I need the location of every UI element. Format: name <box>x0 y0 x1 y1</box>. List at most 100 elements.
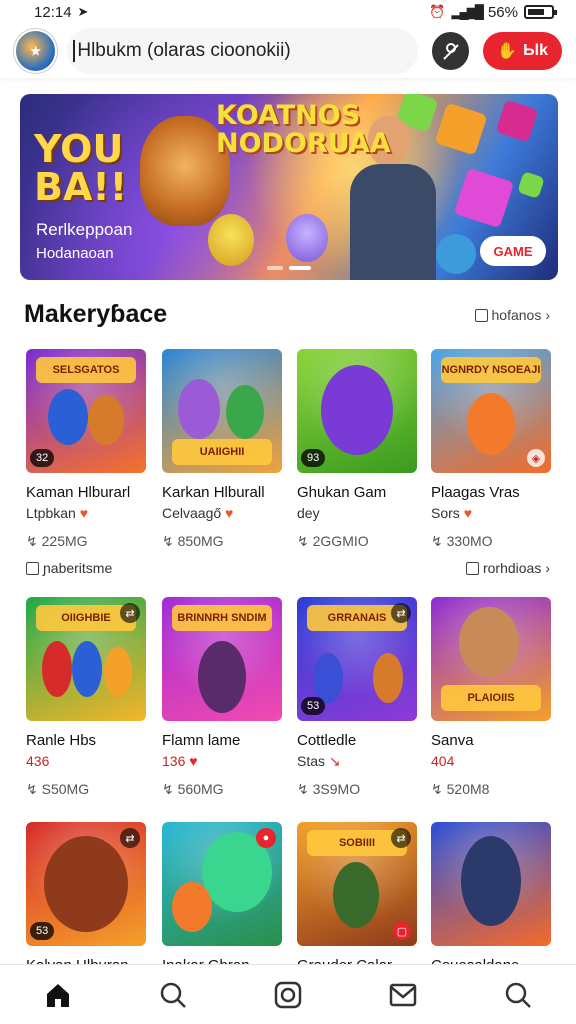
grid-icon <box>474 308 488 322</box>
game-size: ↯ 3S9MO <box>297 781 417 798</box>
character-figure <box>373 653 403 703</box>
game-thumbnail: 93 <box>297 349 417 473</box>
share-icon[interactable]: ⇄ <box>120 828 140 848</box>
download-icon: ↯ <box>26 781 38 797</box>
game-card[interactable]: OIIGHBIE ⇄ Ranle Hbs 436 ↯ S50MG <box>26 597 146 798</box>
heart-icon: ♥ <box>79 505 89 521</box>
game-card[interactable]: ● Inakar Gbran <box>162 822 282 976</box>
banner-cta-button[interactable]: GAME <box>480 236 546 266</box>
heart-icon: ♥ <box>189 753 198 769</box>
game-size-text: 330MO <box>446 533 493 549</box>
user-icon <box>442 43 459 60</box>
home-icon <box>46 983 69 1007</box>
game-subtitle-text: 404 <box>431 753 455 769</box>
heart-icon: ♥ <box>463 505 472 521</box>
game-subtitle: 136 ♥ <box>162 751 282 771</box>
thumb-title-art: UAIIGHII <box>172 439 272 465</box>
game-thumbnail <box>431 822 551 946</box>
character-figure <box>461 836 521 926</box>
character-figure <box>459 607 519 677</box>
rating-badge: 53 <box>30 922 55 940</box>
see-more-link[interactable]: hofanos › <box>474 307 550 323</box>
game-title: Ranle Hbs <box>26 732 97 749</box>
corner-badge: ◈ <box>527 449 545 467</box>
game-size: ↯ 850MG <box>162 533 282 550</box>
game-thumbnail: 53 ⇄ <box>26 822 146 946</box>
game-card[interactable]: UAIIGHII Karkan Hlburall Celvaagő ♥ ↯ 85… <box>162 349 282 550</box>
game-card[interactable]: SOBIIII ⇄ ▢ Grauder Calar <box>297 822 417 976</box>
see-more-label: hofanos <box>491 307 542 323</box>
row-meta-left[interactable]: ɲaberitsme <box>26 560 112 576</box>
trend-icon: ↘ <box>328 753 341 769</box>
section-title: Makeryɓace <box>24 300 168 328</box>
character-figure <box>321 365 393 455</box>
live-button[interactable]: ✋ Ьlk <box>483 32 562 70</box>
thumb-title-art: PLAIOIIS <box>441 685 541 711</box>
banner-big-text: YOU BA!! <box>34 127 128 209</box>
character-figure <box>48 389 88 445</box>
game-size-text: S50MG <box>41 781 90 797</box>
game-card[interactable]: BRINNRH SNDIM Flamn lame 136 ♥ ↯ 560MG <box>162 597 282 798</box>
game-card[interactable]: PLAIOIIS Sanva 404 ↯ 520M8 <box>431 597 551 798</box>
search-icon <box>160 982 186 1008</box>
character-figure <box>313 653 343 703</box>
character-figure <box>198 641 246 713</box>
download-icon: ↯ <box>297 781 309 797</box>
inbox-icon <box>389 983 417 1006</box>
game-card[interactable]: 53 ⇄ Kalvan Hlburan <box>26 822 146 976</box>
row-meta-right[interactable]: rorhdioas › <box>465 560 550 576</box>
game-thumbnail: BRINNRH SNDIM <box>162 597 282 721</box>
row-meta-right-label: rorhdioas <box>482 560 542 576</box>
game-subtitle: 436 <box>26 751 146 771</box>
share-icon[interactable]: ⇄ <box>391 828 411 848</box>
download-icon: ↯ <box>162 533 174 549</box>
share-icon[interactable]: ⇄ <box>120 603 140 623</box>
game-thumbnail: SOBIIII ⇄ ▢ <box>297 822 417 946</box>
nav-search[interactable] <box>153 975 193 1015</box>
game-size: ↯ 330MO <box>431 533 551 550</box>
promo-banner[interactable]: YOU BA!! KOATNOS NODORUAA Rerlkeppoan Ho… <box>20 94 558 280</box>
game-card[interactable]: NGNRDY NSOEAJI ◈ Plaagas Vras Sors ♥ ↯ 3… <box>431 349 551 550</box>
game-thumbnail: OIIGHBIE ⇄ <box>26 597 146 721</box>
instagram-icon <box>274 981 302 1008</box>
app-logo[interactable]: ★ <box>14 29 58 73</box>
game-title: Ghukan Gam <box>297 484 387 501</box>
character-figure <box>178 379 220 439</box>
profile-button[interactable] <box>431 32 470 70</box>
nav-home[interactable] <box>38 975 78 1015</box>
game-title: Kaman Hlburarl <box>26 484 131 501</box>
game-title: Cottledle <box>297 732 357 749</box>
game-size-text: 850MG <box>177 533 224 549</box>
game-card[interactable]: 93 Ghukan Gam dey ↯ 2GGMIO <box>297 349 417 550</box>
carousel-dot-active[interactable] <box>289 266 311 270</box>
game-card[interactable]: Couesaldane <box>431 822 551 976</box>
nav-camera[interactable] <box>268 975 308 1015</box>
game-thumbnail: GRRANAIS 53 ⇄ <box>297 597 417 721</box>
game-subtitle: Stas ↘ <box>297 751 417 771</box>
carousel-dot[interactable] <box>267 266 283 270</box>
decor-cube <box>453 167 515 229</box>
game-subtitle: Celvaagő ♥ <box>162 503 282 523</box>
share-icon[interactable]: ⇄ <box>391 603 411 623</box>
live-label: Ьlk <box>523 42 548 59</box>
game-card[interactable]: GRRANAIS 53 ⇄ Cottledle Stas ↘ ↯ 3S9MO <box>297 597 417 798</box>
character-figure <box>226 385 264 439</box>
game-size-text: 2GGMIO <box>312 533 369 549</box>
grid-icon <box>26 561 39 575</box>
decor-cube <box>495 99 539 143</box>
game-size: ↯ 560MG <box>162 781 282 798</box>
search-input[interactable]: Hlbukm (olaras cioonokii) <box>67 28 418 74</box>
game-size-text: 520M8 <box>446 781 490 797</box>
character-figure <box>467 393 515 455</box>
game-subtitle-text: 436 <box>26 753 50 769</box>
game-title: Sanva <box>431 732 474 749</box>
text-cursor <box>73 40 76 62</box>
rating-badge: 32 <box>30 449 55 467</box>
nav-inbox[interactable] <box>383 975 423 1015</box>
game-title: Plaagas Vras <box>431 484 520 501</box>
nav-discover[interactable] <box>498 975 538 1015</box>
game-size-text: 3S9MO <box>312 781 361 797</box>
game-card[interactable]: SELSGATOS 32 Kaman Hlburarl Ltpbkan ♥ ↯ … <box>26 349 146 550</box>
banner-title: KOATNOS NODORUAA <box>216 100 391 159</box>
character-figure <box>72 641 102 697</box>
